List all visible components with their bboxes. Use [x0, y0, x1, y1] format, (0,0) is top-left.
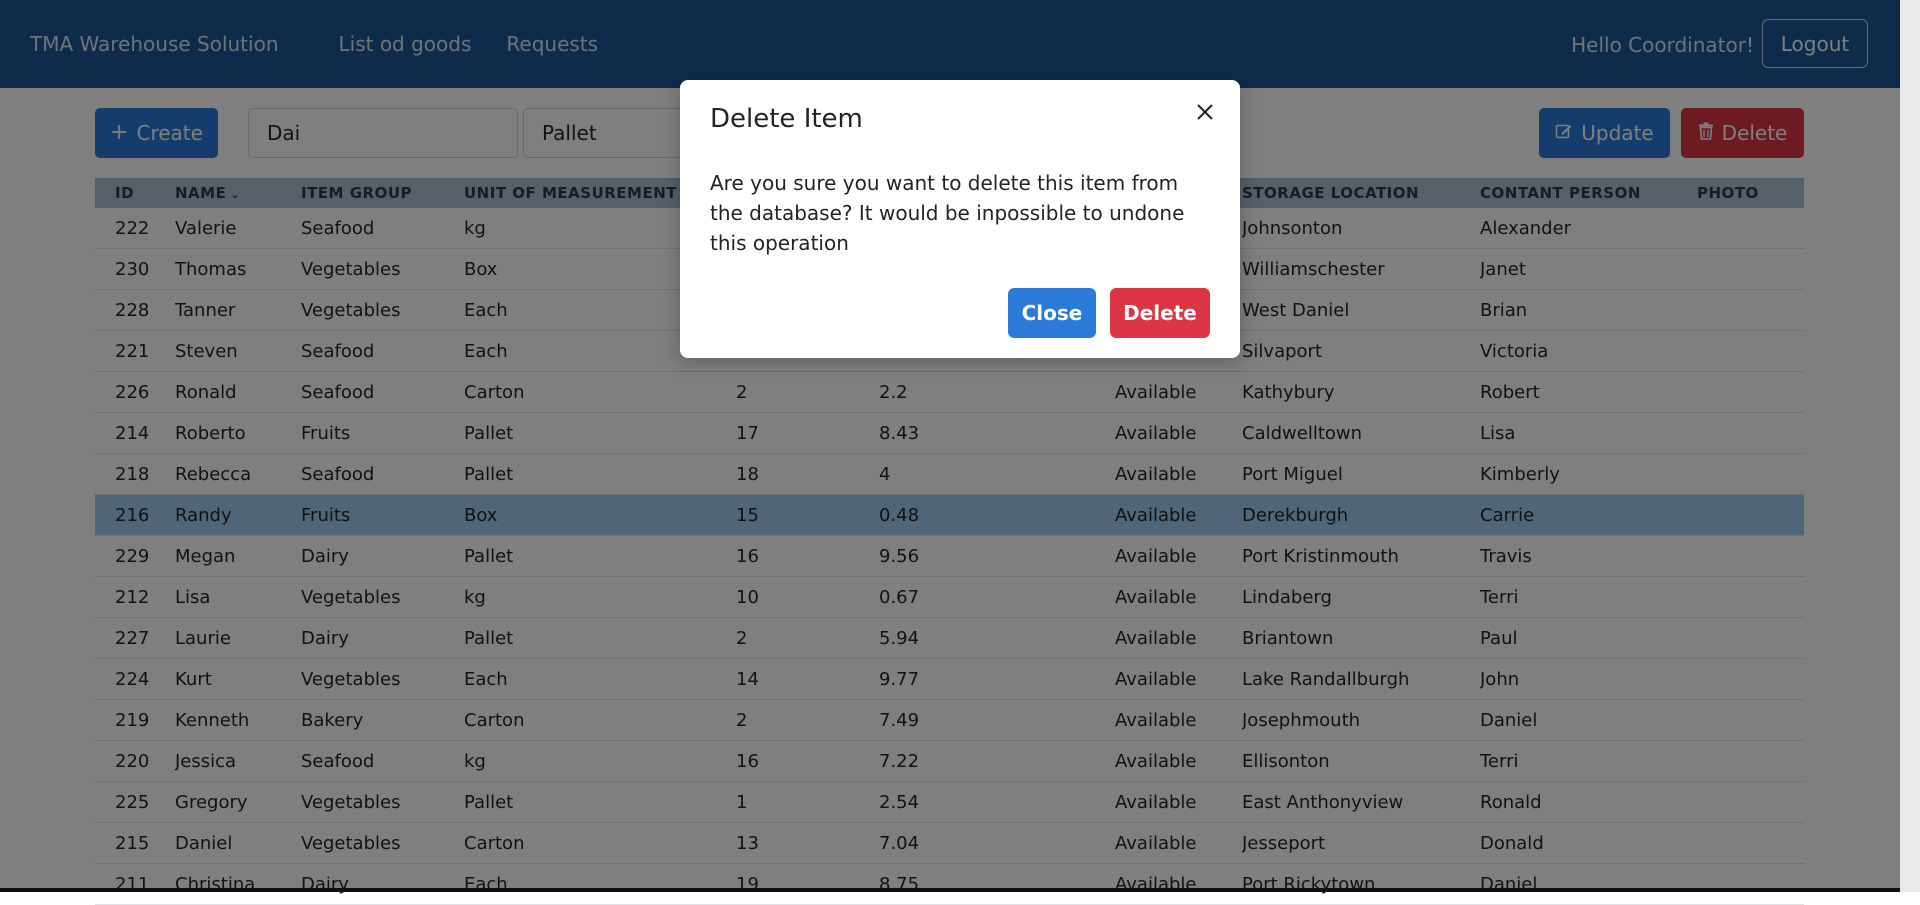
modal-body-text: Are you sure you want to delete this ite…: [710, 171, 1185, 255]
close-icon[interactable]: [1189, 96, 1221, 128]
taskbar-edge: [0, 888, 1900, 892]
page-scrollbar[interactable]: [1900, 0, 1920, 892]
modal-title: Delete Item: [710, 104, 863, 134]
modal-delete-button[interactable]: Delete: [1110, 288, 1210, 338]
modal-close-button[interactable]: Close: [1008, 288, 1096, 338]
delete-item-modal: Delete Item Are you sure you want to del…: [680, 80, 1240, 358]
